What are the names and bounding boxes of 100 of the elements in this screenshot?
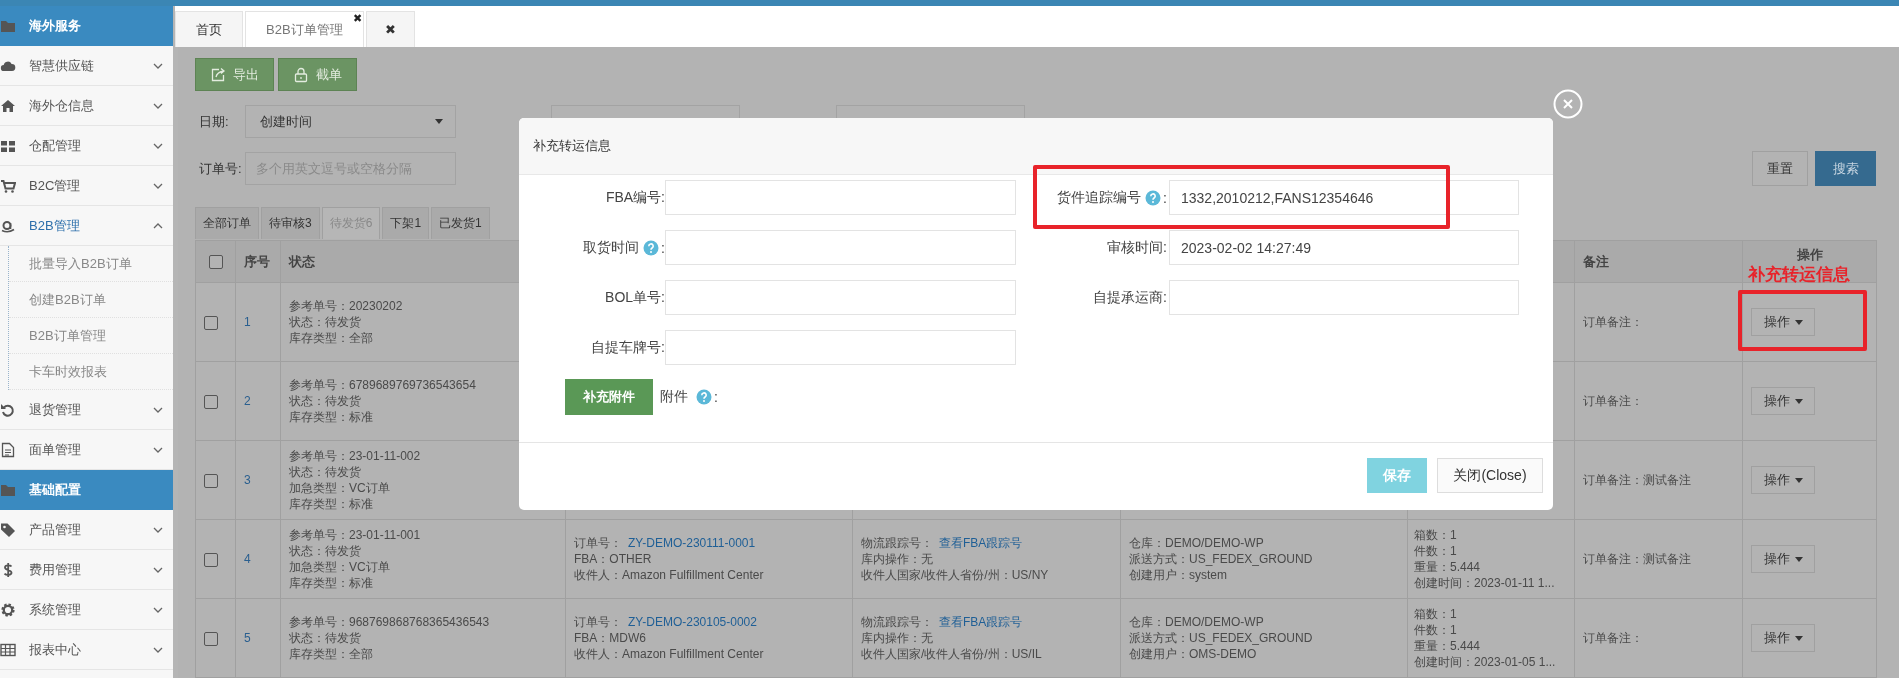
remark-text: 订单备注：	[1583, 394, 1643, 408]
tab-close-button[interactable]: ✖	[352, 12, 362, 25]
field-label: 日期:	[198, 112, 230, 131]
help-icon	[696, 389, 712, 405]
undo-icon	[0, 401, 16, 418]
checkbox[interactable]	[204, 473, 218, 488]
package-line: 箱数：1	[1414, 606, 1458, 622]
date-type-select[interactable]: 创建时间	[245, 105, 456, 138]
action-dropdown-button[interactable]: 操作	[1751, 545, 1815, 573]
annotation-text: 补充转运信息	[1748, 266, 1850, 284]
action-dropdown-button[interactable]: 操作	[1751, 624, 1815, 652]
cell-label: 订单号：	[574, 536, 622, 550]
caret-icon	[1794, 556, 1803, 562]
column-header: 状态	[289, 253, 315, 269]
column-header: 备注	[1583, 253, 1609, 269]
text-field[interactable]	[665, 230, 1016, 265]
status-line: 库存类型：全部	[289, 330, 374, 346]
action-dropdown-button[interactable]: 操作	[1751, 387, 1815, 415]
text-field[interactable]: 2023-02-02 14:27:49	[1169, 230, 1519, 265]
search-button[interactable]: 搜索	[1815, 151, 1876, 186]
remark-text: 订单备注：	[1583, 315, 1643, 329]
status-line: 状态：待发货	[289, 543, 362, 559]
checkbox[interactable]	[204, 315, 218, 330]
text-field[interactable]	[665, 330, 1016, 365]
row-number-link[interactable]: 4	[244, 552, 251, 566]
toolbar-button[interactable]: 导出	[195, 58, 274, 91]
table-icon	[0, 641, 16, 658]
toolbar-button[interactable]: 截单	[278, 58, 357, 91]
caret-icon	[435, 119, 443, 124]
field-label: 取货时间	[583, 238, 640, 257]
package-line: 重量：5.444	[1414, 559, 1482, 575]
cart-icon	[0, 177, 16, 194]
cell-label: 订单号：	[574, 615, 622, 629]
row-number-link[interactable]: 2	[244, 394, 251, 408]
tab[interactable]: 首页	[175, 11, 243, 47]
status-line: 加急类型：VC订单	[289, 480, 391, 496]
field-label: 货件追踪编号	[1057, 188, 1142, 207]
row-number-link[interactable]: 3	[244, 473, 251, 487]
row-number-link[interactable]: 1	[244, 315, 251, 329]
order-line: 收件人：Amazon Fulfillment Center	[574, 567, 765, 583]
reset-button[interactable]: 重置	[1752, 151, 1808, 186]
checkbox[interactable]	[204, 552, 218, 567]
link[interactable]: 查看FBA跟踪号	[939, 615, 1023, 629]
folder-icon	[0, 482, 16, 498]
text-field[interactable]: 1332,2010212,FANS12354646	[1169, 180, 1519, 215]
status-tab[interactable]: 已发货1	[431, 207, 490, 239]
column-header: 序号	[244, 253, 270, 269]
checkbox[interactable]	[204, 394, 218, 409]
folder-icon	[0, 18, 16, 34]
field-colon: :	[661, 239, 665, 256]
logistics-line: 收件人国家/收件人省份/州：US/IL	[861, 646, 1043, 662]
status-line: 库存类型：全部	[289, 646, 374, 662]
attach-button[interactable]: 补充附件	[565, 379, 653, 415]
gear-icon	[0, 601, 16, 618]
export-icon	[210, 66, 226, 83]
status-tab[interactable]: 待审核3	[261, 207, 320, 239]
status-line: 状态：待发货	[289, 630, 362, 646]
text-field[interactable]	[1169, 280, 1519, 315]
remark-text: 订单备注：	[1583, 631, 1643, 645]
warehouse-line: 派送方式：US_FEDEX_GROUND	[1129, 630, 1314, 646]
status-line: 参考单号：968769868768365436543	[289, 614, 491, 630]
status-tab[interactable]: 全部订单	[195, 207, 259, 239]
field-label: 审核时间:	[1107, 238, 1167, 257]
checkbox[interactable]	[204, 631, 218, 646]
status-line: 库存类型：标准	[289, 409, 374, 425]
link[interactable]: ZY-DEMO-230105-0002	[628, 615, 757, 629]
order-line: 收件人：Amazon Fulfillment Center	[574, 646, 765, 662]
tab[interactable]: B2B订单管理 ✖	[245, 11, 364, 47]
text-field[interactable]	[665, 180, 1016, 215]
tab[interactable]: ✖	[365, 11, 415, 47]
field-label: BOL单号:	[605, 288, 665, 307]
checkbox[interactable]	[208, 255, 223, 270]
document-icon	[0, 441, 16, 458]
status-line: 加急类型：VC订单	[289, 559, 391, 575]
status-line: 状态：待发货	[289, 464, 362, 480]
sidebar-section-header[interactable]: 基础配置	[0, 470, 173, 510]
sidebar-section-header[interactable]: 海外服务	[0, 6, 173, 46]
logistics-line: 库内操作：无	[861, 551, 934, 567]
link[interactable]: 查看FBA跟踪号	[939, 536, 1023, 550]
status-tab[interactable]: 下架1	[382, 207, 430, 239]
link[interactable]: ZY-DEMO-230111-0001	[628, 536, 756, 550]
close-button[interactable]: 关闭(Close)	[1437, 458, 1543, 493]
close-icon[interactable]	[1553, 89, 1583, 119]
action-dropdown-button[interactable]: 操作	[1751, 308, 1815, 336]
warehouse-line: 派送方式：US_FEDEX_GROUND	[1129, 551, 1314, 567]
row-number-link[interactable]: 5	[244, 631, 251, 645]
home-icon	[0, 97, 16, 114]
lock-icon	[293, 66, 309, 83]
order-line: FBA：OTHER	[574, 551, 653, 567]
package-line: 重量：5.444	[1414, 638, 1482, 654]
cell-label: 物流跟踪号：	[861, 536, 933, 550]
warehouse-line: 创建用户：system	[1129, 567, 1228, 583]
status-line: 状态：待发货	[289, 393, 362, 409]
status-line: 状态：待发货	[289, 314, 362, 330]
caret-icon	[1794, 319, 1803, 325]
text-field[interactable]	[665, 280, 1016, 315]
package-line: 件数：1	[1414, 543, 1458, 559]
status-line: 参考单号：20230202	[289, 298, 404, 314]
column-header: 操作	[1796, 247, 1823, 262]
action-dropdown-button[interactable]: 操作	[1751, 466, 1815, 494]
